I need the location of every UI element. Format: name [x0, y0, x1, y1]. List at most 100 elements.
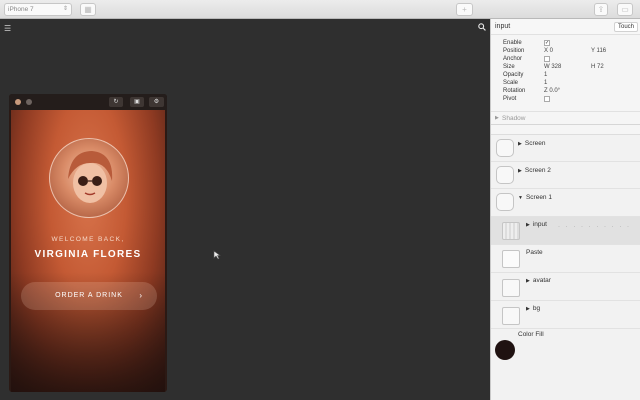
prop-scale: Scale 1 — [491, 79, 640, 87]
inspector-title: input — [495, 23, 511, 30]
status-dot — [15, 99, 21, 105]
share-icon: ⇪ — [597, 5, 605, 14]
user-name: VIRGINIA FLORES — [34, 249, 142, 260]
opacity-field[interactable]: 1 — [544, 71, 547, 79]
position-x-field[interactable]: X 0 — [544, 47, 553, 55]
size-h-field[interactable]: H 72 — [591, 63, 604, 71]
apple-icon — [496, 166, 514, 184]
folder-icon — [502, 307, 520, 325]
layer-label: ▶ bg — [526, 305, 540, 312]
panel-toggle-button[interactable]: ▦ — [80, 3, 96, 16]
layer-name: Screen — [524, 140, 546, 147]
disclosure-triangle-icon: ▶ — [526, 306, 530, 312]
hamburger-icon[interactable]: ☰ — [4, 24, 11, 33]
layer-item-paste[interactable]: Paste — [491, 245, 640, 273]
plus-icon: + — [462, 5, 467, 14]
prop-label: Opacity — [503, 72, 524, 78]
prop-label: Pivot — [503, 96, 517, 102]
device-select[interactable]: iPhone 7 ⇕ — [4, 3, 72, 16]
shadow-label: Shadow — [502, 115, 526, 122]
welcome-text: WELCOME BACK, — [51, 236, 125, 243]
refresh-button[interactable]: ↻ — [109, 97, 123, 107]
panel-icon: ▦ — [84, 5, 92, 14]
disclosure-triangle-icon: ▶ — [526, 278, 530, 284]
disclosure-triangle-icon: ▶ — [518, 168, 522, 174]
layer-name: input — [532, 221, 547, 228]
layer-name: Screen 1 — [525, 194, 552, 201]
prop-pivot: Pivot — [491, 95, 640, 103]
input-thumbnail — [502, 222, 520, 240]
top-toolbar: iPhone 7 ⇕ ▦ + ⇪ ▭ — [0, 0, 640, 19]
layer-list: ▶ Screen ▶ Screen 2 ▼ Screen 1 ▶ input · · ·… — [491, 134, 640, 400]
prop-enable: Enable ✓ — [491, 39, 640, 47]
layer-item-screen-1[interactable]: ▼ Screen 1 — [491, 189, 640, 217]
layer-label: ▼ Screen 1 — [518, 194, 552, 201]
layer-label: ▶ avatar — [526, 277, 551, 284]
record-button[interactable]: ▣ — [130, 97, 144, 107]
inspector-header: input Touch — [491, 19, 640, 35]
prop-size: Size W 328 H 72 — [491, 63, 640, 71]
share-button[interactable]: ⇪ — [594, 3, 608, 16]
sidebar-toggle-button[interactable]: ▭ — [617, 3, 633, 16]
layer-item-avatar[interactable]: ▶ avatar — [491, 273, 640, 301]
layer-name: avatar — [532, 277, 551, 284]
cursor-icon — [213, 250, 221, 262]
apple-icon — [496, 193, 514, 211]
pivot-picker[interactable] — [544, 96, 550, 102]
position-y-field[interactable]: Y 116 — [591, 47, 606, 55]
prop-label: Rotation — [503, 88, 526, 94]
avatar — [49, 138, 129, 218]
color-swatch — [495, 340, 515, 360]
prop-label: Enable — [503, 40, 522, 46]
disclosure-triangle-icon: ▶ — [518, 141, 522, 147]
prop-label: Anchor — [503, 56, 523, 62]
prop-rotation: Rotation Z 0.0° — [491, 87, 640, 95]
prop-position: Position X 0 Y 116 — [491, 47, 640, 55]
disclosure-triangle-icon: ▶ — [526, 222, 530, 228]
settings-button[interactable]: ⚙ — [149, 97, 164, 107]
order-drink-button[interactable]: ORDER A DRINK › — [21, 282, 157, 310]
enable-checkbox[interactable]: ✓ — [544, 40, 550, 46]
phone-toolbar: ↻ ▣ ⚙ — [9, 94, 167, 110]
disclosure-triangle-icon: ▶ — [495, 115, 499, 121]
status-dot — [26, 99, 32, 105]
layer-name: bg — [532, 305, 541, 312]
chevron-updown-icon: ⇕ — [62, 6, 68, 12]
device-select-value: iPhone 7 — [8, 6, 34, 13]
apple-icon — [496, 139, 514, 157]
touch-button[interactable]: Touch — [613, 22, 638, 32]
paste-thumbnail — [502, 250, 520, 268]
add-button[interactable]: + — [456, 3, 473, 16]
layer-item-screen-2[interactable]: ▶ Screen 2 — [491, 162, 640, 189]
avatar-portrait — [68, 151, 113, 203]
refresh-icon: ↻ — [113, 99, 119, 105]
layer-name: Screen 2 — [524, 167, 551, 174]
order-drink-label: ORDER A DRINK — [55, 292, 123, 299]
search-icon[interactable] — [478, 23, 486, 33]
camera-icon: ▣ — [134, 99, 140, 105]
prop-label: Scale — [503, 80, 519, 86]
prop-label: Size — [503, 64, 515, 70]
shadow-section[interactable]: ▶ Shadow — [491, 111, 640, 125]
rotation-field[interactable]: Z 0.0° — [544, 87, 560, 95]
scale-field[interactable]: 1 — [544, 79, 547, 87]
size-w-field[interactable]: W 328 — [544, 63, 561, 71]
layer-name: Color Fill — [518, 331, 544, 338]
layer-preview-dots: · · · · · · · · · · — [558, 224, 631, 230]
prop-label: Position — [503, 48, 525, 54]
prop-anchor: Anchor — [491, 55, 640, 63]
sidebar-icon: ▭ — [621, 5, 629, 14]
inspector-panel: input Touch Enable ✓ Position X 0 Y 116 … — [490, 19, 640, 400]
layer-item-input[interactable]: ▶ input · · · · · · · · · · — [491, 217, 640, 245]
anchor-picker[interactable] — [544, 56, 550, 62]
layer-label: ▶ input — [526, 221, 547, 228]
arrow-right-icon: › — [139, 291, 143, 300]
layer-item-bg[interactable]: ▶ bg — [491, 301, 640, 329]
layer-item-color-fill[interactable]: Color Fill — [491, 329, 640, 369]
layer-item-screen[interactable]: ▶ Screen — [491, 135, 640, 162]
layer-name: Paste — [526, 249, 543, 256]
folder-icon — [502, 279, 520, 297]
layer-label: ▶ Screen — [518, 140, 545, 147]
gear-icon: ⚙ — [153, 99, 160, 105]
prop-opacity: Opacity 1 — [491, 71, 640, 79]
